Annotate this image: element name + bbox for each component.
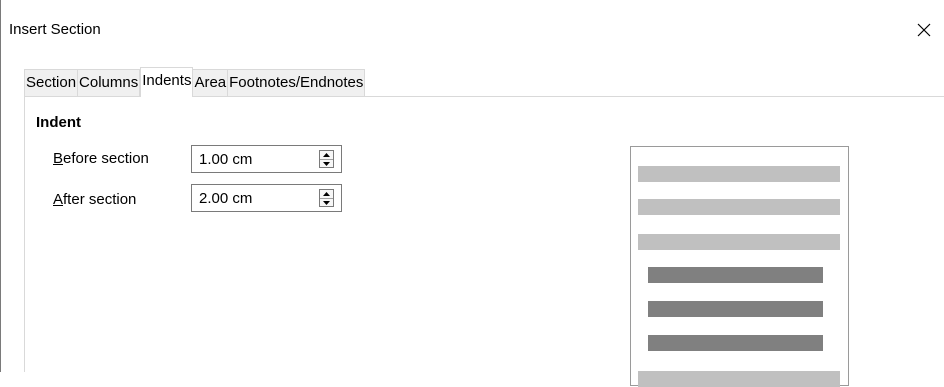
preview-surrounding-line	[638, 234, 840, 250]
tab-columns[interactable]: Columns	[78, 69, 141, 96]
preview-surrounding-line	[638, 371, 840, 387]
preview-section-line	[648, 335, 823, 351]
tab-footnotes-endnotes[interactable]: Footnotes/Endnotes	[228, 69, 366, 96]
indent-preview	[630, 146, 849, 387]
arrow-up-icon	[323, 192, 330, 196]
after-section-spin-buttons	[319, 189, 334, 207]
before-section-input[interactable]	[192, 146, 319, 172]
preview-surrounding-line	[638, 166, 840, 182]
before-section-mnemonic: B	[53, 150, 64, 167]
preview-surrounding-line	[638, 199, 840, 215]
after-section-label: After section	[53, 191, 136, 208]
title-bar: Insert Section	[1, 0, 944, 58]
arrow-down-icon	[323, 162, 330, 166]
tab-strip: Section Columns Indents Area Footnotes/E…	[24, 67, 366, 97]
arrow-up-icon	[323, 153, 330, 157]
indent-group-title: Indent	[36, 114, 81, 131]
after-section-label-text: fter section	[63, 191, 137, 208]
after-section-mnemonic: A	[53, 191, 64, 208]
preview-section-line	[648, 301, 823, 317]
after-section-decrement-button[interactable]	[320, 198, 333, 207]
tab-section[interactable]: Section	[24, 69, 79, 96]
before-section-label: Before section	[53, 150, 149, 167]
after-section-spinbox[interactable]	[191, 184, 342, 212]
after-section-increment-button[interactable]	[320, 190, 333, 198]
indents-panel: Indent Before section After section	[24, 96, 944, 387]
before-section-spinbox[interactable]	[191, 145, 342, 173]
before-section-label-text: efore section	[63, 150, 149, 167]
before-section-increment-button[interactable]	[320, 151, 333, 159]
close-icon	[917, 23, 931, 37]
close-button[interactable]	[904, 12, 944, 48]
before-section-spin-buttons	[319, 150, 334, 168]
before-section-decrement-button[interactable]	[320, 159, 333, 168]
window-title: Insert Section	[9, 21, 101, 38]
tab-indents[interactable]: Indents	[140, 67, 194, 97]
preview-section-line	[648, 267, 823, 283]
arrow-down-icon	[323, 201, 330, 205]
tab-area[interactable]: Area	[193, 69, 229, 96]
after-section-input[interactable]	[192, 185, 319, 211]
